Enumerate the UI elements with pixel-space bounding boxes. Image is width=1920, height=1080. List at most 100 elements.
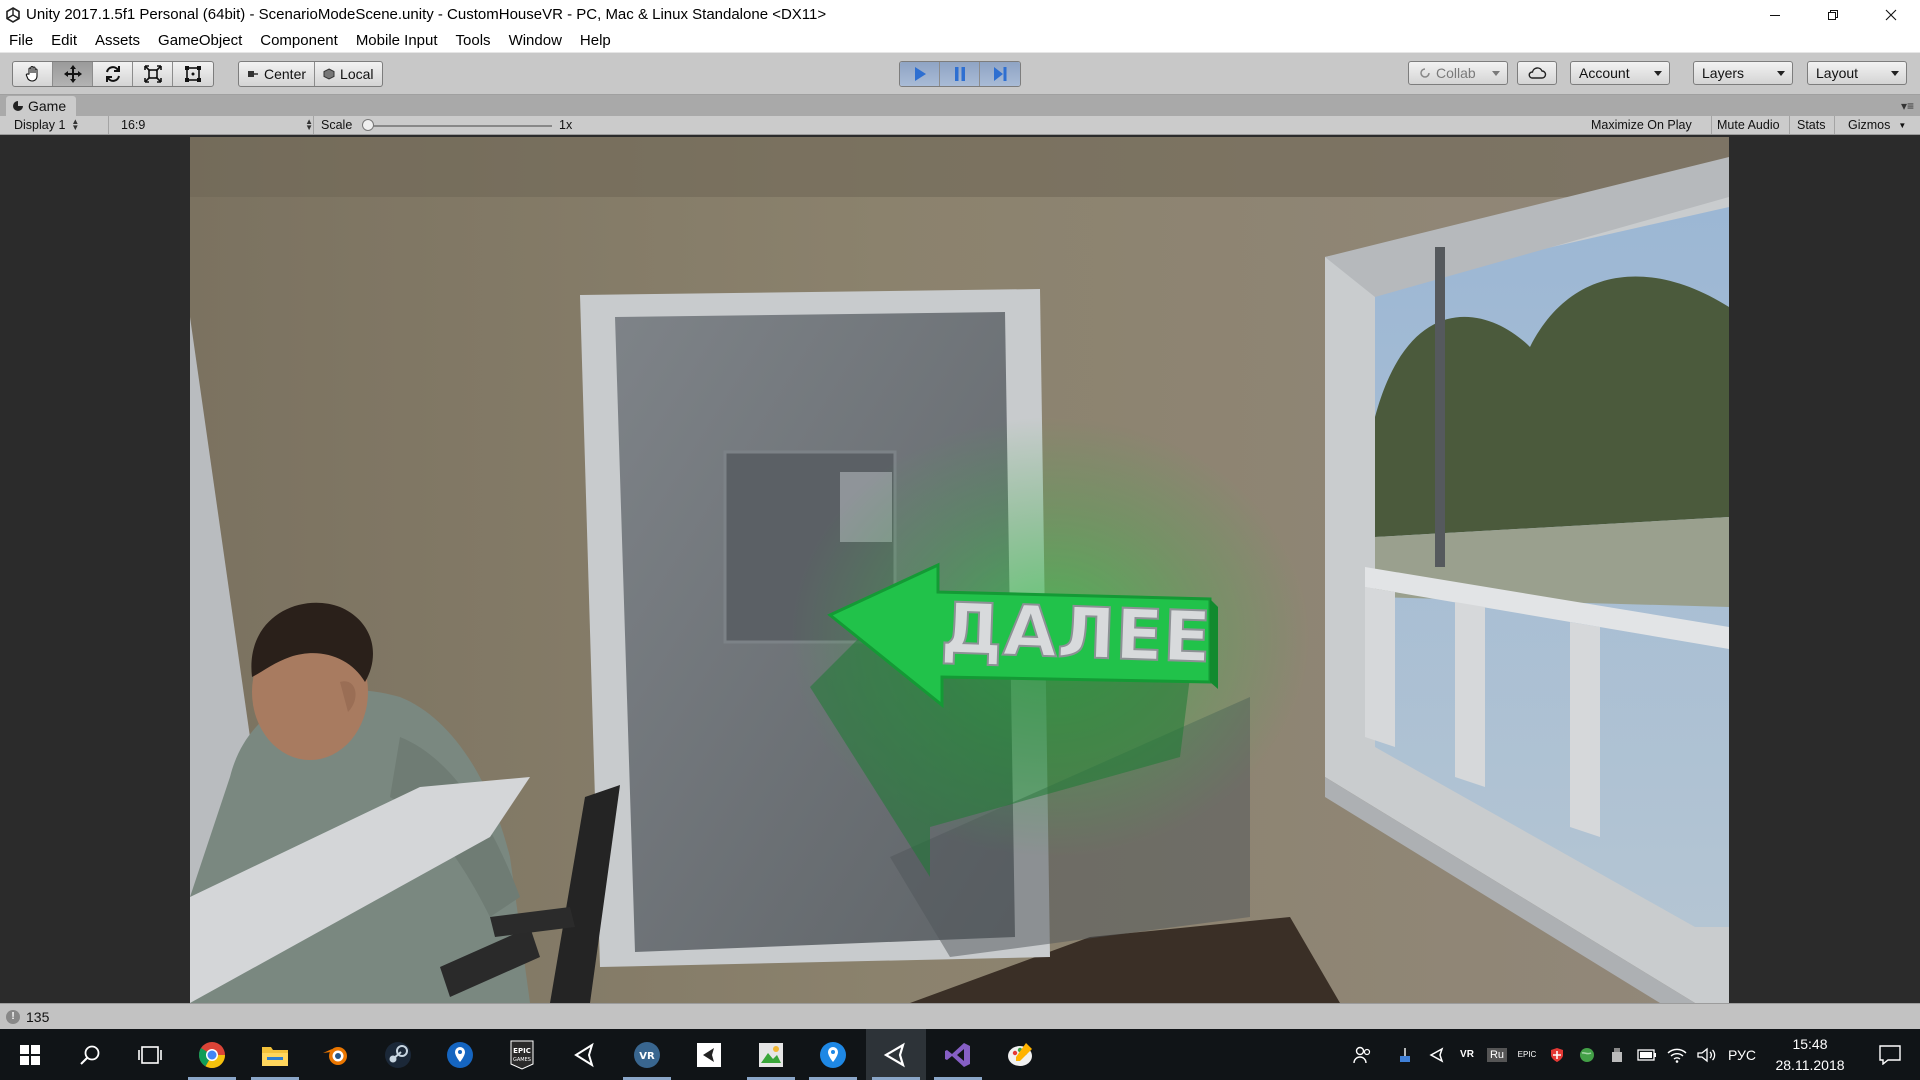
hand-icon[interactable] — [13, 62, 53, 86]
image-editor-icon[interactable] — [741, 1029, 801, 1080]
notifications-icon[interactable] — [1864, 1029, 1916, 1080]
steam-icon[interactable] — [368, 1029, 428, 1080]
aspect-dropdown[interactable]: 16:9 ▲ ▼ — [111, 116, 314, 134]
pivot-local-button[interactable]: Local — [315, 62, 381, 86]
start-icon[interactable] — [0, 1029, 60, 1080]
rect-icon[interactable] — [173, 62, 213, 86]
step-icon[interactable] — [980, 62, 1020, 86]
close-icon[interactable] — [1862, 0, 1920, 29]
visual-studio-icon[interactable] — [928, 1029, 988, 1080]
scale-slider-track[interactable] — [367, 125, 552, 127]
pivot-local-label: Local — [340, 66, 374, 82]
updown-icon: ▲ ▼ — [71, 117, 80, 132]
rotate-icon[interactable] — [93, 62, 133, 86]
minimize-icon[interactable] — [1746, 0, 1804, 29]
volume-icon[interactable] — [1694, 1029, 1720, 1080]
chevron-down-icon — [1891, 71, 1899, 76]
menu-assets[interactable]: Assets — [95, 32, 140, 49]
play-controls — [899, 61, 1021, 87]
status-message[interactable]: 135 — [26, 1009, 49, 1025]
maps-pin-icon[interactable] — [430, 1029, 490, 1080]
unity-icon[interactable] — [866, 1029, 926, 1080]
epic-games-icon[interactable]: EPIC GAMES — [492, 1029, 552, 1080]
collab-button[interactable]: Collab — [1408, 61, 1508, 85]
tray-network-adapter-icon[interactable] — [1392, 1029, 1418, 1080]
cloud-button[interactable] — [1517, 61, 1557, 85]
display-dropdown[interactable]: Display 1 ▲ ▼ — [0, 116, 109, 134]
input-language[interactable]: РУС — [1722, 1029, 1762, 1080]
unity-hub-icon[interactable] — [555, 1029, 615, 1080]
tray-globe-icon[interactable] — [1574, 1029, 1600, 1080]
cloud-icon — [1528, 67, 1547, 79]
move-icon[interactable] — [53, 62, 93, 86]
scene-render: ДАЛЕЕ — [190, 137, 1729, 1003]
layout-dropdown[interactable]: Layout — [1807, 61, 1907, 85]
menu-tools[interactable]: Tools — [456, 32, 491, 49]
restore-icon[interactable] — [1804, 0, 1862, 29]
pivot-center-button[interactable]: Center — [239, 62, 316, 86]
collab-label: Collab — [1436, 65, 1476, 81]
tray-vr-icon[interactable]: VR — [1454, 1029, 1480, 1080]
layers-label: Layers — [1702, 65, 1745, 81]
account-dropdown[interactable]: Account — [1570, 61, 1670, 85]
sign-text: ДАЛЕЕ — [939, 587, 1212, 678]
window-title: Unity 2017.1.5f1 Personal (64bit) - Scen… — [26, 6, 827, 23]
layers-dropdown[interactable]: Layers — [1693, 61, 1793, 85]
menu-component[interactable]: Component — [260, 32, 338, 49]
maximize-on-play-toggle[interactable]: Maximize On Play — [1586, 116, 1712, 134]
scale-icon[interactable] — [133, 62, 173, 86]
game-viewport[interactable]: ДАЛЕЕ — [190, 137, 1729, 1003]
file-explorer-icon[interactable] — [245, 1029, 305, 1080]
tray-shield-icon[interactable] — [1544, 1029, 1570, 1080]
wifi-icon[interactable] — [1664, 1029, 1690, 1080]
menu-help[interactable]: Help — [580, 32, 611, 49]
stats-label: Stats — [1797, 118, 1826, 132]
scale-slider-thumb[interactable] — [362, 119, 374, 131]
maps-pin-icon-2[interactable] — [803, 1029, 863, 1080]
task-view-icon[interactable] — [120, 1029, 180, 1080]
chevron-down-icon — [1777, 71, 1785, 76]
mute-audio-toggle[interactable]: Mute Audio — [1712, 116, 1790, 134]
info-icon: ! — [6, 1009, 20, 1024]
people-icon[interactable] — [1348, 1029, 1378, 1080]
scale-label: Scale — [321, 118, 353, 132]
battery-icon[interactable] — [1634, 1029, 1660, 1080]
paint-icon[interactable] — [990, 1029, 1050, 1080]
panel-menu-icon[interactable]: ▾≡ — [1901, 99, 1914, 113]
chrome-icon[interactable] — [182, 1029, 242, 1080]
menu-window[interactable]: Window — [509, 32, 562, 49]
play-icon[interactable] — [900, 62, 940, 86]
collab-spinner-icon — [1420, 68, 1430, 78]
window-mullion — [1435, 247, 1445, 567]
ceiling-shadow — [190, 137, 1729, 197]
tray-epic-icon[interactable]: EPIC — [1514, 1029, 1540, 1080]
gizmos-dropdown[interactable]: Gizmos ▼ — [1836, 116, 1920, 134]
menu-mobile-input[interactable]: Mobile Input — [356, 32, 438, 49]
tab-game-label: Game — [28, 98, 67, 114]
tray-ru-label: Ru — [1486, 1047, 1508, 1062]
tray-usb-icon[interactable] — [1604, 1029, 1630, 1080]
stats-toggle[interactable]: Stats — [1790, 116, 1835, 134]
transform-tools — [12, 61, 214, 87]
tray-unity-icon[interactable] — [1424, 1029, 1450, 1080]
display-label: Display 1 — [14, 118, 66, 132]
pause-icon[interactable] — [940, 62, 980, 86]
system-clock[interactable]: 15:48 28.11.2018 — [1760, 1034, 1860, 1076]
menu-gameobject[interactable]: GameObject — [158, 32, 242, 49]
vr-icon[interactable]: VR — [617, 1029, 677, 1080]
title-bar: Unity 2017.1.5f1 Personal (64bit) - Scen… — [0, 0, 1920, 29]
tab-game[interactable]: Game — [6, 96, 77, 116]
aspect-label: 16:9 — [121, 118, 146, 132]
unity-editor-icon[interactable] — [679, 1029, 739, 1080]
menu-file[interactable]: File — [9, 32, 33, 49]
pivot-center-icon — [248, 71, 258, 77]
local-cube-icon — [323, 68, 335, 80]
clock-date: 28.11.2018 — [1775, 1057, 1845, 1073]
search-icon[interactable] — [60, 1029, 120, 1080]
menu-edit[interactable]: Edit — [51, 32, 77, 49]
svg-text:VR: VR — [639, 1051, 655, 1062]
tray-ru-badge[interactable]: Ru — [1484, 1029, 1510, 1080]
game-view[interactable]: ДАЛЕЕ — [0, 135, 1920, 1003]
maximize-label: Maximize On Play — [1591, 118, 1692, 132]
blender-icon[interactable] — [306, 1029, 366, 1080]
